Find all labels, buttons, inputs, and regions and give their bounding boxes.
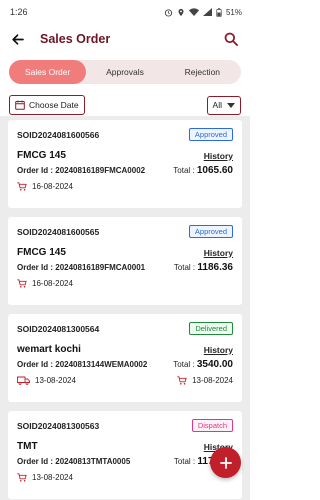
customer-name: TMT	[17, 441, 38, 452]
total-amount: 1186.36	[197, 262, 233, 273]
total-label: Total :	[173, 360, 195, 369]
cart-icon	[17, 279, 27, 288]
status-filter-value: All	[212, 100, 222, 110]
order-id-label: Order Id :	[17, 360, 54, 369]
arrow-left-icon[interactable]	[10, 31, 26, 47]
search-icon[interactable]	[222, 30, 240, 48]
soid: SOID2024081300564	[17, 323, 100, 334]
status-badge: Approved	[188, 225, 233, 238]
choose-date-button[interactable]: Choose Date	[9, 95, 85, 115]
order-card[interactable]: SOID2024081600565 Approved FMCG 145 Hist…	[8, 217, 242, 305]
truck-icon	[17, 376, 30, 385]
order-card[interactable]: SOID2024081300563 Dispatch TMT History O…	[8, 411, 242, 499]
total-label: Total :	[173, 263, 196, 272]
order-id: 20240816189FMCA0002	[55, 166, 146, 175]
choose-date-label: Choose Date	[29, 100, 79, 110]
tab-rejection[interactable]: Rejection	[164, 60, 241, 84]
tab-sales-order[interactable]: Sales Order	[9, 60, 87, 84]
status-time: 1:26	[10, 7, 28, 17]
filter-bar: Choose Date All	[0, 95, 250, 115]
order-id: 20240816189FMCA0001	[55, 263, 146, 272]
tab-bar: Sales Order Approvals Rejection	[9, 60, 241, 84]
customer-name: wemart kochi	[17, 344, 81, 355]
tab-approvals[interactable]: Approvals	[86, 60, 163, 84]
total-amount: 3540.00	[196, 359, 233, 370]
order-date: 13-08-2024	[192, 376, 233, 385]
app-bar: Sales Order	[0, 24, 250, 54]
calendar-icon	[15, 100, 25, 110]
status-badge: Dispatch	[191, 419, 233, 432]
cart-icon	[17, 182, 27, 191]
order-id-label: Order Id :	[17, 457, 54, 466]
wifi-icon	[188, 8, 199, 16]
location-icon	[178, 8, 184, 16]
delivery-date: 13-08-2024	[35, 376, 76, 385]
customer-name: FMCG 145	[17, 150, 66, 161]
status-filter-dropdown[interactable]: All	[206, 95, 241, 115]
cart-icon	[177, 376, 187, 385]
soid: SOID2024081600566	[17, 129, 100, 140]
signal-icon	[202, 8, 212, 16]
battery-icon	[216, 7, 222, 17]
total-amount: 1065.60	[196, 165, 233, 176]
caret-down-icon	[227, 102, 235, 108]
add-order-button[interactable]	[210, 447, 241, 478]
order-date: 16-08-2024	[32, 279, 73, 288]
order-list: SOID2024081600566 Approved FMCG 145 Hist…	[0, 116, 250, 500]
plus-icon	[219, 456, 232, 469]
total-label: Total :	[173, 457, 196, 466]
order-card[interactable]: SOID2024081600566 Approved FMCG 145 Hist…	[8, 120, 242, 208]
order-id-label: Order Id :	[17, 166, 54, 175]
order-card[interactable]: SOID2024081300564 Delivered wemart kochi…	[8, 314, 242, 402]
page-title: Sales Order	[40, 32, 111, 46]
order-id: 20240813144WEMA0002	[55, 360, 148, 369]
history-link[interactable]: History	[204, 345, 233, 355]
order-date: 16-08-2024	[32, 182, 73, 191]
soid: SOID2024081600565	[17, 226, 100, 237]
order-id: 20240813TMTA0005	[55, 457, 131, 466]
status-badge: Delivered	[189, 322, 233, 335]
status-badge: Approved	[188, 128, 233, 141]
order-id-label: Order Id :	[17, 263, 54, 272]
history-link[interactable]: History	[204, 151, 233, 161]
battery-level: 51%	[225, 7, 242, 17]
cart-icon	[17, 473, 27, 482]
status-icons: 51%	[164, 8, 242, 17]
order-date: 13-08-2024	[32, 473, 73, 482]
alarm-icon	[164, 8, 173, 17]
status-bar: 1:26 51%	[0, 0, 250, 24]
customer-name: FMCG 145	[17, 247, 66, 258]
soid: SOID2024081300563	[17, 420, 100, 431]
total-label: Total :	[173, 166, 195, 175]
history-link[interactable]: History	[204, 248, 233, 258]
